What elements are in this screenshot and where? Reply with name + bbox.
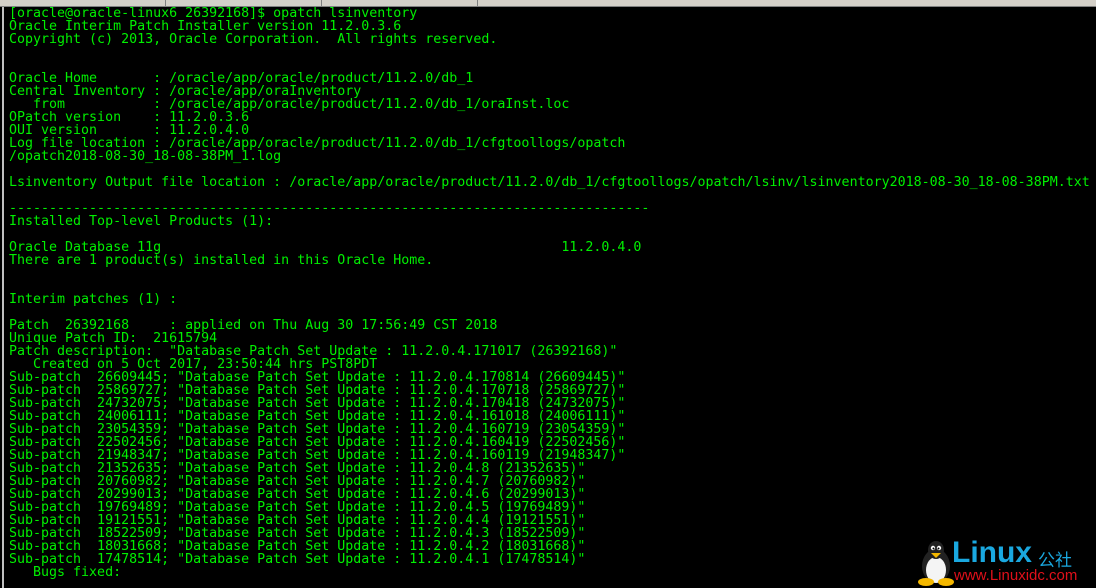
- tux-penguin-icon: [918, 541, 954, 586]
- terminal-line: Lsinventory Output file location : /orac…: [9, 175, 1090, 190]
- terminal-output: [oracle@oracle-linux6 26392168]$ opatch …: [9, 7, 1090, 579]
- terminal-line: There are 1 product(s) installed in this…: [9, 253, 434, 268]
- terminal-line: Installed Top-level Products (1):: [9, 214, 274, 229]
- linuxidc-watermark-logo: Linux 公社 www.Linuxidc.com: [918, 538, 1094, 586]
- terminal-line: /opatch2018-08-30_18-08-38PM_1.log: [9, 149, 282, 164]
- watermark-brand: Linux: [952, 536, 1032, 569]
- terminal-line: Copyright (c) 2013, Oracle Corporation. …: [9, 32, 498, 47]
- terminal-line: Interim patches (1) :: [9, 292, 178, 307]
- watermark-url: www.Linuxidc.com: [954, 567, 1078, 584]
- terminal-window[interactable]: [oracle@oracle-linux6 26392168]$ opatch …: [2, 7, 1096, 588]
